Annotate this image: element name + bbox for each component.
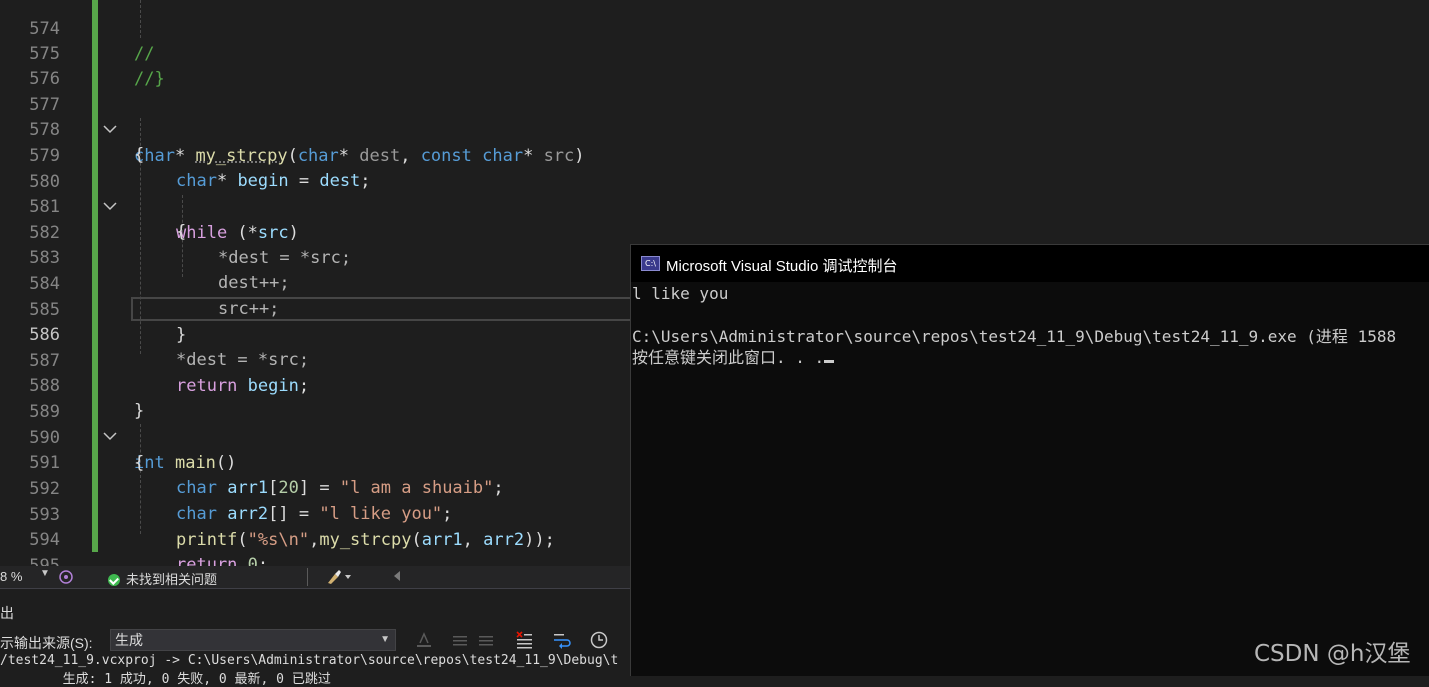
- code-line[interactable]: 590 {: [0, 400, 630, 474]
- editor-status-bar: 8 % ▼ 未找到相关问题: [0, 566, 630, 588]
- output-panel-title: 出: [0, 605, 14, 621]
- code-line[interactable]: 591 char arr1[20] = "l am a shuaib";: [0, 425, 630, 499]
- debug-console-window[interactable]: C:\ Microsoft Visual Studio 调试控制台 l like…: [630, 244, 1429, 676]
- console-output-line: l like you: [632, 284, 729, 303]
- code-line[interactable]: 588 }: [0, 348, 630, 422]
- text-cursor: [824, 360, 835, 363]
- output-source-select[interactable]: 生成 ▼: [110, 629, 396, 651]
- chevron-down-icon: ▼: [40, 568, 50, 579]
- issues-text: 未找到相关问题: [126, 572, 218, 587]
- console-app-icon: C:\: [641, 256, 660, 271]
- console-prompt-line: 按任意键关闭此窗口. . .: [632, 344, 835, 368]
- code-line[interactable]: 593 printf("%s\n",my_strcpy(arr1, arr2))…: [0, 477, 630, 551]
- code-text: return 0;: [176, 555, 269, 566]
- zoom-value: 8 %: [0, 569, 23, 584]
- previous-message-icon[interactable]: [450, 630, 470, 650]
- code-line[interactable]: 582 *dest = *src;: [0, 195, 630, 269]
- find-message-icon[interactable]: [414, 630, 434, 650]
- output-line: /test24_11_9.vcxproj -> C:\Users\Adminis…: [0, 653, 619, 668]
- console-title-bar[interactable]: C:\ Microsoft Visual Studio 调试控制台: [631, 245, 1429, 282]
- brush-icon[interactable]: [326, 569, 352, 588]
- output-source-label: 示输出来源(S):: [0, 635, 93, 651]
- intellicode-icon[interactable]: [58, 569, 74, 588]
- code-line[interactable]: 581 {: [0, 169, 630, 243]
- code-line[interactable]: 575 //}: [0, 16, 630, 90]
- code-line[interactable]: 584 src++;: [0, 246, 630, 320]
- output-source-value: 生成: [115, 632, 143, 648]
- clock-icon[interactable]: [589, 630, 609, 650]
- zoom-dropdown[interactable]: 8 % ▼: [0, 568, 52, 585]
- next-message-icon[interactable]: [476, 630, 496, 650]
- code-line[interactable]: 574 //: [0, 0, 630, 65]
- code-line[interactable]: 576: [0, 41, 630, 89]
- issues-indicator[interactable]: 未找到相关问题: [108, 569, 217, 588]
- line-number: 595: [29, 555, 60, 566]
- code-line[interactable]: 589 int main(): [0, 374, 630, 473]
- code-line[interactable]: 579 char* begin = dest;: [0, 118, 630, 192]
- code-line[interactable]: 587 return begin;: [0, 323, 630, 397]
- chevron-down-icon: ▼: [380, 634, 390, 645]
- output-line: 生成: 1 成功, 0 失败, 0 最新, 0 已跳过: [0, 672, 331, 687]
- output-panel: 出 示输出来源(S): 生成 ▼ /test24_11_9.vcxproj ->…: [0, 588, 630, 687]
- watermark: CSDN @h汉堡: [1254, 641, 1411, 667]
- code-line[interactable]: 577 char* my_strcpy(char* dest, const ch…: [0, 67, 630, 166]
- code-line[interactable]: 594 return 0;: [0, 502, 630, 566]
- scroll-left-icon[interactable]: [392, 570, 402, 585]
- check-circle-icon: [108, 574, 120, 586]
- code-line[interactable]: 585 }: [0, 272, 630, 346]
- code-line[interactable]: 592 char arr2[] = "l like you";: [0, 451, 630, 525]
- code-line[interactable]: 583 dest++;: [0, 220, 630, 294]
- code-line[interactable]: 580 while (*src): [0, 144, 630, 243]
- code-editor[interactable]: 574 // 575 //} 576 577 char* my_strcpy(c…: [0, 0, 630, 566]
- divider: [307, 568, 308, 586]
- code-line[interactable]: 578 {: [0, 92, 630, 166]
- word-wrap-icon[interactable]: [552, 630, 572, 650]
- console-title: Microsoft Visual Studio 调试控制台: [666, 258, 898, 275]
- code-line-current[interactable]: 586 *dest = *src;: [0, 297, 630, 371]
- code-line[interactable]: 595 }: [0, 528, 630, 566]
- clear-all-icon[interactable]: [514, 630, 534, 650]
